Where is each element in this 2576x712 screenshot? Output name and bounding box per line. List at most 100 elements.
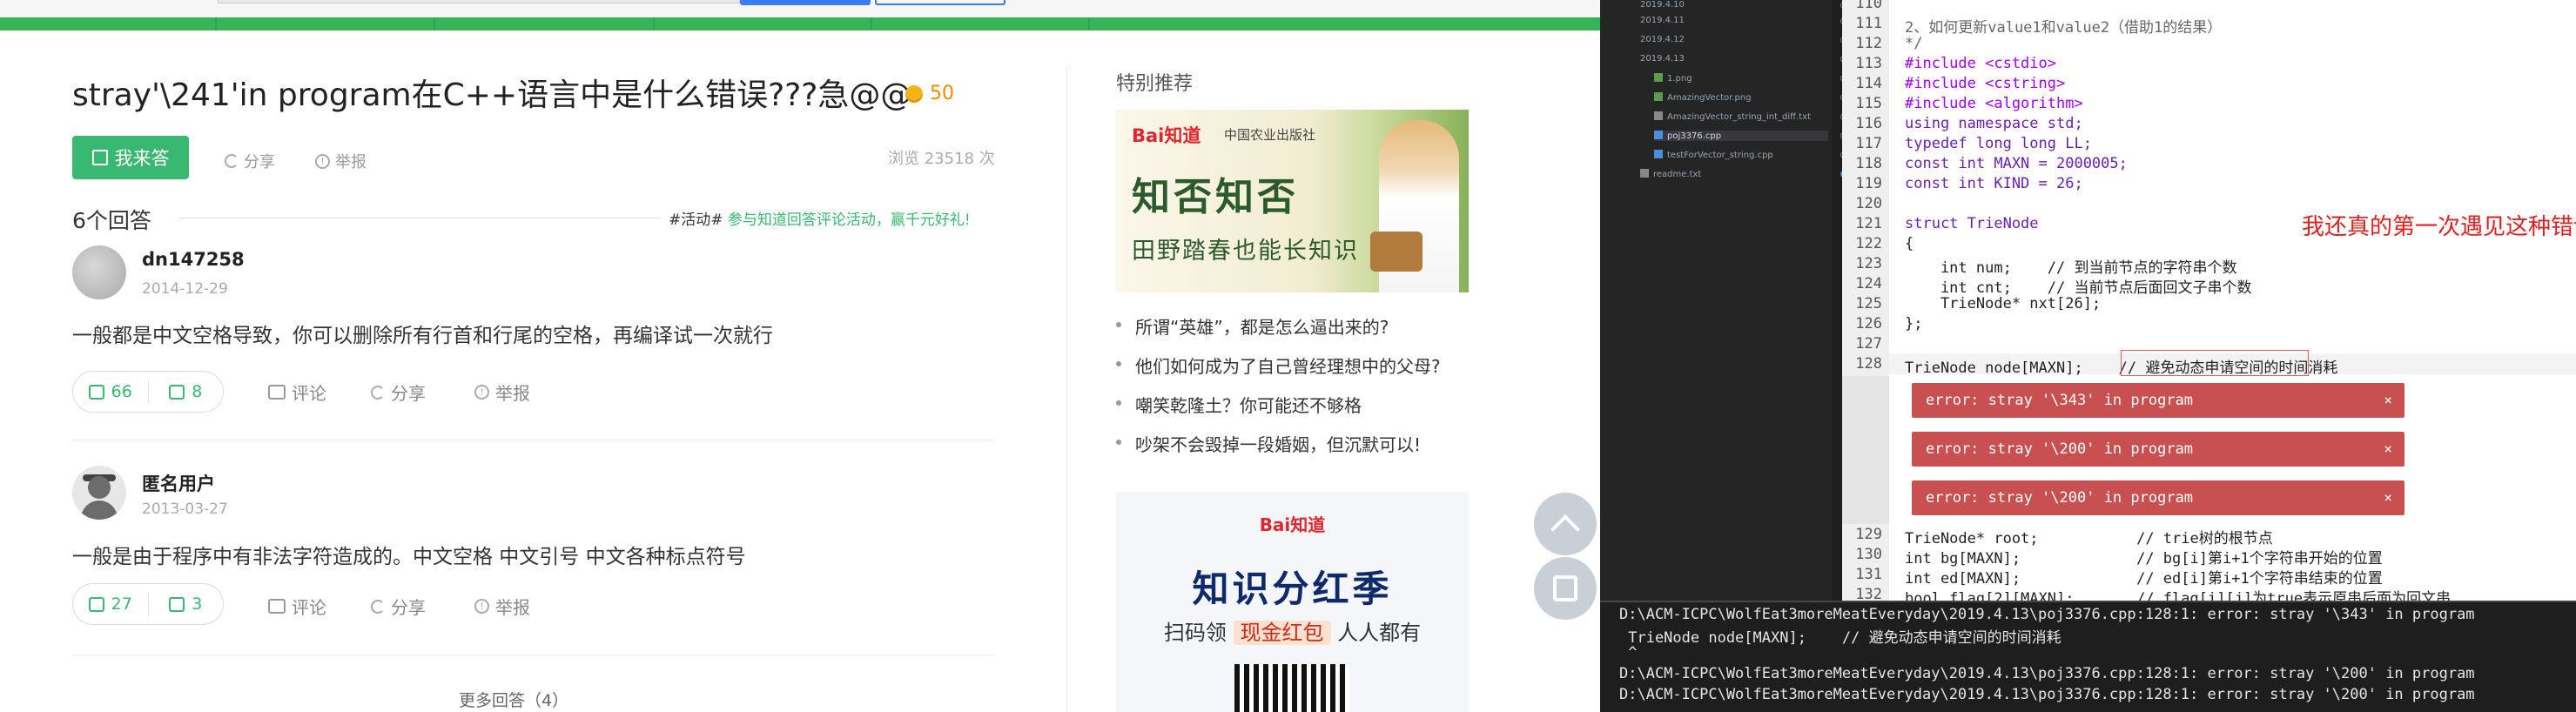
thumb-up-icon <box>88 596 104 612</box>
activity-bar <box>1600 0 1614 601</box>
feedback-button[interactable] <box>1534 557 1597 620</box>
report-link[interactable]: ! 举报 <box>315 150 367 172</box>
green-nav-bar <box>0 17 1600 30</box>
share-link[interactable]: 分享 <box>225 150 275 172</box>
code-line: int num; // 到当前节点的字符串个数 <box>1905 259 2237 277</box>
edit-icon <box>91 150 108 165</box>
nav-divider <box>215 17 217 30</box>
tree-folder[interactable]: 2019.4.12 <box>1640 35 1685 44</box>
avatar[interactable] <box>72 245 126 299</box>
promo-subline: 扫码领 现金红包 人人都有 <box>1116 615 1469 646</box>
answer-text: 一般是由于程序中有非法字符造成的。中文空格 中文引号 中文各种标点符号 <box>72 546 746 568</box>
promo-subline: 田野踏春也能长知识 <box>1132 238 1359 265</box>
ask-button-edge[interactable] <box>875 0 1006 5</box>
close-icon[interactable]: × <box>2384 480 2392 515</box>
tree-file[interactable]: AmazingVector_string_int_diff.txt <box>1654 111 1811 122</box>
promo-headline: 知否知否 <box>1132 175 1299 219</box>
close-icon[interactable]: × <box>2384 383 2392 418</box>
report-link[interactable]: ! 举报 <box>474 380 530 405</box>
line-number: 125 <box>1855 295 1882 312</box>
line-number: 113 <box>1855 55 1882 72</box>
file-name: readme.txt <box>1653 170 1702 179</box>
share-label: 分享 <box>391 597 426 618</box>
activity-banner[interactable]: #活动# 参与知道回答评论活动，赢千元好礼! <box>669 207 971 229</box>
code-editor[interactable]: 110 111 2、如何更新value1和value2（借助1的结果） 112 */ 11… <box>1842 0 2576 608</box>
share-link[interactable]: 分享 <box>371 380 426 405</box>
tree-file[interactable]: AmazingVector.png <box>1654 92 1752 103</box>
upvote-count: 27 <box>111 594 132 614</box>
line-number: 116 <box>1855 115 1882 132</box>
text-file-icon <box>1640 169 1649 178</box>
line-number: 126 <box>1855 315 1882 332</box>
answer-button[interactable]: 我来答 <box>72 136 189 179</box>
tree-folder[interactable]: 2019.4.11 <box>1640 16 1685 25</box>
line-number: 117 <box>1855 135 1882 152</box>
line-number: 114 <box>1855 75 1882 92</box>
view-count: 浏览 23518 次 <box>888 150 995 168</box>
recommendation-item[interactable]: 吵架不会毁掉一段婚姻，但沉默可以! <box>1116 431 1441 470</box>
answer-date: 2013-03-27 <box>142 500 228 518</box>
tree-file[interactable]: testForVector_string.cpp <box>1654 150 1773 160</box>
code-line: using namespace std; <box>1905 115 2083 132</box>
comment-link[interactable]: 评论 <box>268 380 326 405</box>
coin-icon <box>905 85 923 103</box>
tree-folder[interactable]: 2019.4.13 <box>1640 54 1685 64</box>
answer-username[interactable]: dn147258 <box>142 249 245 270</box>
line-number: 118 <box>1855 155 1882 172</box>
tree-file-selected[interactable]: poj3376.cpp <box>1654 131 1828 141</box>
zhidao-page: stray'\241'in program在C++语言中是什么错误???急@@ … <box>0 0 1600 712</box>
recommendation-item[interactable]: 所谓“英雄”，都是怎么逼出来的? <box>1116 313 1441 353</box>
downvote-button[interactable]: 8 <box>149 380 224 403</box>
code-line: TrieNode* root; // trie树的根节点 <box>1905 530 2273 547</box>
tree-file[interactable]: 1.png <box>1654 73 1692 84</box>
report-link[interactable]: ! 举报 <box>474 594 530 619</box>
file-explorer: 2019.4.10 2019.4.11 2019.4.12 2019.4.13 … <box>1614 0 1847 601</box>
avatar-head <box>88 476 111 499</box>
promo-banner[interactable]: Bai知道 中国农业出版社 知否知否 田野踏春也能长知识 <box>1116 110 1469 292</box>
code-line: struct TrieNode <box>1905 215 2039 232</box>
code-line: const int MAXN = 2000005; <box>1905 155 2128 172</box>
avatar-body <box>81 500 118 520</box>
tree-folder[interactable]: 2019.4.10 <box>1640 0 1685 10</box>
line-number: 112 <box>1855 35 1882 52</box>
error-text: error: stray '\200' in program <box>1926 440 2194 458</box>
downvote-count: 8 <box>192 382 203 401</box>
comment-label: 评论 <box>292 383 326 404</box>
chevron-up-icon <box>1550 514 1580 544</box>
inline-error: error: stray '\200' in program × <box>1912 480 2404 515</box>
build-output-panel[interactable]: D:\ACM-ICPC\WolfEat3moreMeatEveryday\201… <box>1600 601 2576 712</box>
line-number: 124 <box>1855 275 1882 292</box>
vote-box: 27 3 <box>72 583 224 625</box>
upvote-count: 66 <box>111 382 132 401</box>
activity-tag: #活动# <box>669 212 723 229</box>
code-line: typedef long long LL; <box>1905 135 2092 152</box>
tree-file[interactable]: readme.txt <box>1640 169 1701 179</box>
code-line: }; <box>1905 315 1923 332</box>
search-box-edge[interactable] <box>218 0 740 3</box>
comment-link[interactable]: 评论 <box>268 594 326 619</box>
error-text: error: stray '\343' in program <box>1926 392 2194 409</box>
file-name: testForVector_string.cpp <box>1667 151 1773 160</box>
code-line: #include <algorithm> <box>1905 95 2083 112</box>
back-to-top-button[interactable] <box>1534 493 1597 555</box>
line-number: 110 <box>1855 0 1882 12</box>
line-number: 128 <box>1855 355 1882 373</box>
recommendation-item[interactable]: 嘲笑乾隆土？你可能还不够格 <box>1116 392 1441 431</box>
line-number: 129 <box>1855 526 1882 543</box>
nav-divider <box>653 17 655 30</box>
share-link[interactable]: 分享 <box>371 594 426 619</box>
promo-card[interactable]: Bai知道 知识分红季 扫码领 现金红包 人人都有 <box>1116 492 1469 712</box>
upvote-button[interactable]: 27 <box>73 593 149 615</box>
close-icon[interactable]: × <box>2384 432 2392 467</box>
more-answers-link[interactable]: 更多回答（4） <box>459 688 568 711</box>
comment-label: 评论 <box>292 597 326 618</box>
downvote-count: 3 <box>192 594 203 614</box>
file-name: AmazingVector_string_int_diff.txt <box>1667 112 1811 122</box>
upvote-button[interactable]: 66 <box>73 380 149 403</box>
search-button-edge[interactable] <box>740 0 871 5</box>
promo-sub-pre: 扫码领 <box>1163 621 1227 645</box>
vote-box: 66 8 <box>72 371 224 413</box>
downvote-button[interactable]: 3 <box>149 593 224 615</box>
promo-sub-highlight: 现金红包 <box>1233 621 1331 645</box>
recommendation-item[interactable]: 他们如何成为了自己曾经理想中的父母? <box>1116 353 1441 392</box>
